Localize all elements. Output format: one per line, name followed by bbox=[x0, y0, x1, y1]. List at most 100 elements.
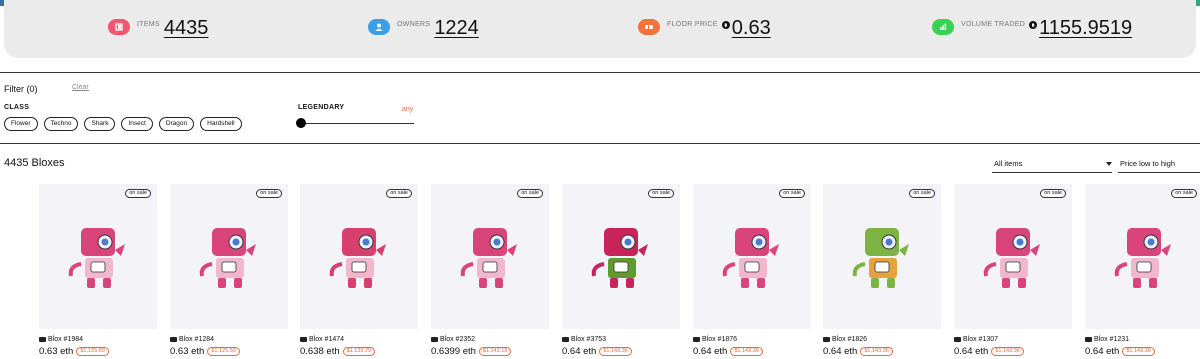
card-price-eth: 0.64 eth bbox=[562, 346, 597, 357]
card-image[interactable]: on sale bbox=[39, 184, 157, 329]
on-sale-badge: on sale bbox=[256, 189, 282, 198]
card-price-eth: 0.638 eth bbox=[300, 346, 340, 357]
stat-items: ITEMS 4435 bbox=[108, 16, 208, 42]
card-title[interactable]: Blox #1876 bbox=[693, 336, 737, 343]
card-title[interactable]: Blox #3753 bbox=[562, 336, 606, 343]
card-image[interactable]: on sale bbox=[823, 184, 941, 329]
legendary-heading: LEGENDARY bbox=[298, 104, 345, 111]
card-title[interactable]: Blox #1474 bbox=[300, 336, 344, 343]
legendary-slider-track[interactable] bbox=[300, 123, 414, 124]
card-title[interactable]: Blox #1231 bbox=[1085, 336, 1129, 343]
class-icon bbox=[39, 337, 46, 342]
class-icon bbox=[1085, 337, 1092, 342]
card-image[interactable]: on sale bbox=[170, 184, 288, 329]
items-filter-select[interactable]: All items bbox=[992, 155, 1112, 173]
on-sale-badge: on sale bbox=[125, 189, 151, 198]
chip-dragon[interactable]: Dragon bbox=[158, 117, 195, 131]
nft-card[interactable]: on sale Blox #3753 0.64 eth $1,143.36 bbox=[562, 184, 680, 359]
class-chips: Flower Techno Shark Insect Dragon Hardsh… bbox=[4, 117, 242, 131]
eth-icon bbox=[1029, 21, 1038, 29]
card-name: Blox #1474 bbox=[309, 336, 345, 343]
card-name: Blox #1876 bbox=[702, 336, 738, 343]
card-price-row: 0.6399 eth $1,143.18 bbox=[431, 346, 512, 357]
nft-card[interactable]: on sale Blox #1826 0.64 eth $1,143.36 bbox=[823, 184, 941, 359]
card-price-eth: 0.64 eth bbox=[954, 346, 989, 357]
divider bbox=[0, 72, 1200, 73]
cube-icon bbox=[108, 19, 130, 35]
card-price-usd: $1,143.36 bbox=[860, 347, 893, 356]
chip-hardshell[interactable]: Hardshell bbox=[200, 117, 242, 131]
card-price-eth: 0.63 eth bbox=[39, 346, 74, 357]
clear-filters-link[interactable]: Clear bbox=[72, 84, 89, 91]
card-price-eth: 0.6399 eth bbox=[431, 346, 476, 357]
class-icon bbox=[562, 337, 569, 342]
blox-character-image bbox=[68, 228, 125, 288]
card-title[interactable]: Blox #1307 bbox=[954, 336, 998, 343]
card-image[interactable]: on sale bbox=[300, 184, 418, 329]
chip-flower[interactable]: Flower bbox=[4, 117, 38, 131]
card-name: Blox #1826 bbox=[832, 336, 868, 343]
card-image[interactable]: on sale bbox=[954, 184, 1072, 329]
card-price-usd: $1,143.36 bbox=[991, 347, 1024, 356]
blox-character-image bbox=[722, 228, 779, 288]
card-price-eth: 0.64 eth bbox=[693, 346, 728, 357]
card-price-usd: $1,125.50 bbox=[207, 347, 240, 356]
card-image[interactable]: on sale bbox=[562, 184, 680, 329]
nft-card[interactable]: on sale Blox #1284 0.63 eth $1,125.50 bbox=[170, 184, 288, 359]
divider bbox=[0, 143, 1200, 144]
blox-character-image bbox=[460, 228, 517, 288]
card-image[interactable]: on sale bbox=[693, 184, 811, 329]
nft-card[interactable]: on sale Blox #1474 0.638 eth $1,139.79 bbox=[300, 184, 418, 359]
chip-shark[interactable]: Shark bbox=[84, 117, 116, 131]
sort-select[interactable]: Price low to high bbox=[1118, 155, 1200, 173]
card-name: Blox #2352 bbox=[440, 336, 476, 343]
card-price-usd: $1,143.36 bbox=[599, 347, 632, 356]
card-name: Blox #3753 bbox=[571, 336, 607, 343]
nft-card[interactable]: on sale Blox #1231 0.64 eth $1,143.36 bbox=[1085, 184, 1200, 359]
stat-floor-value[interactable]: 0.63 bbox=[732, 16, 771, 40]
stat-volume-value[interactable]: 1155.9519 bbox=[1039, 16, 1132, 40]
stats-bar: ITEMS 4435 OWNERS 1224 FLOOR PRICE 0.63 … bbox=[4, 0, 1196, 58]
card-name: Blox #1284 bbox=[179, 336, 215, 343]
nft-card[interactable]: on sale Blox #1984 0.63 eth $1,125.50 bbox=[39, 184, 157, 359]
stat-floor-label: FLOOR PRICE bbox=[667, 21, 718, 28]
stat-items-value[interactable]: 4435 bbox=[164, 16, 209, 40]
on-sale-badge: on sale bbox=[1171, 189, 1197, 198]
card-image[interactable]: on sale bbox=[1085, 184, 1200, 329]
card-price-row: 0.63 eth $1,125.50 bbox=[170, 346, 240, 357]
stat-owners-value[interactable]: 1224 bbox=[434, 16, 479, 40]
blox-character-image bbox=[1114, 228, 1171, 288]
class-icon bbox=[823, 337, 830, 342]
stat-items-label: ITEMS bbox=[137, 21, 160, 28]
blox-character-image bbox=[983, 228, 1040, 288]
card-name: Blox #1307 bbox=[963, 336, 999, 343]
blox-character-image bbox=[329, 228, 386, 288]
card-price-row: 0.64 eth $1,143.36 bbox=[562, 346, 632, 357]
card-title[interactable]: Blox #2352 bbox=[431, 336, 475, 343]
legendary-slider-thumb[interactable] bbox=[296, 118, 306, 128]
chip-techno[interactable]: Techno bbox=[43, 117, 79, 131]
items-filter-select-value: All items bbox=[994, 159, 1023, 168]
chip-insect[interactable]: Insect bbox=[121, 117, 153, 131]
card-name: Blox #1231 bbox=[1094, 336, 1130, 343]
card-price-eth: 0.64 eth bbox=[823, 346, 858, 357]
stat-floor-price: FLOOR PRICE 0.63 bbox=[638, 16, 771, 42]
card-price-eth: 0.63 eth bbox=[170, 346, 205, 357]
nft-card[interactable]: on sale Blox #1876 0.64 eth $1,143.36 bbox=[693, 184, 811, 359]
card-title[interactable]: Blox #1984 bbox=[39, 336, 83, 343]
stat-owners: OWNERS 1224 bbox=[368, 16, 479, 42]
sort-select-value: Price low to high bbox=[1120, 159, 1176, 168]
class-heading: CLASS bbox=[4, 104, 30, 111]
card-price-eth: 0.64 eth bbox=[1085, 346, 1120, 357]
card-price-row: 0.64 eth $1,143.36 bbox=[1085, 346, 1155, 357]
card-image[interactable]: on sale bbox=[431, 184, 549, 329]
card-title[interactable]: Blox #1284 bbox=[170, 336, 214, 343]
class-icon bbox=[300, 337, 307, 342]
class-icon bbox=[693, 337, 700, 342]
card-price-usd: $1,143.36 bbox=[730, 347, 763, 356]
bar-chart-icon bbox=[932, 19, 954, 35]
stat-owners-label: OWNERS bbox=[397, 21, 431, 28]
nft-card[interactable]: on sale Blox #1307 0.64 eth $1,143.36 bbox=[954, 184, 1072, 359]
card-title[interactable]: Blox #1826 bbox=[823, 336, 867, 343]
nft-card[interactable]: on sale Blox #2352 0.6399 eth $1,143.18 bbox=[431, 184, 549, 359]
